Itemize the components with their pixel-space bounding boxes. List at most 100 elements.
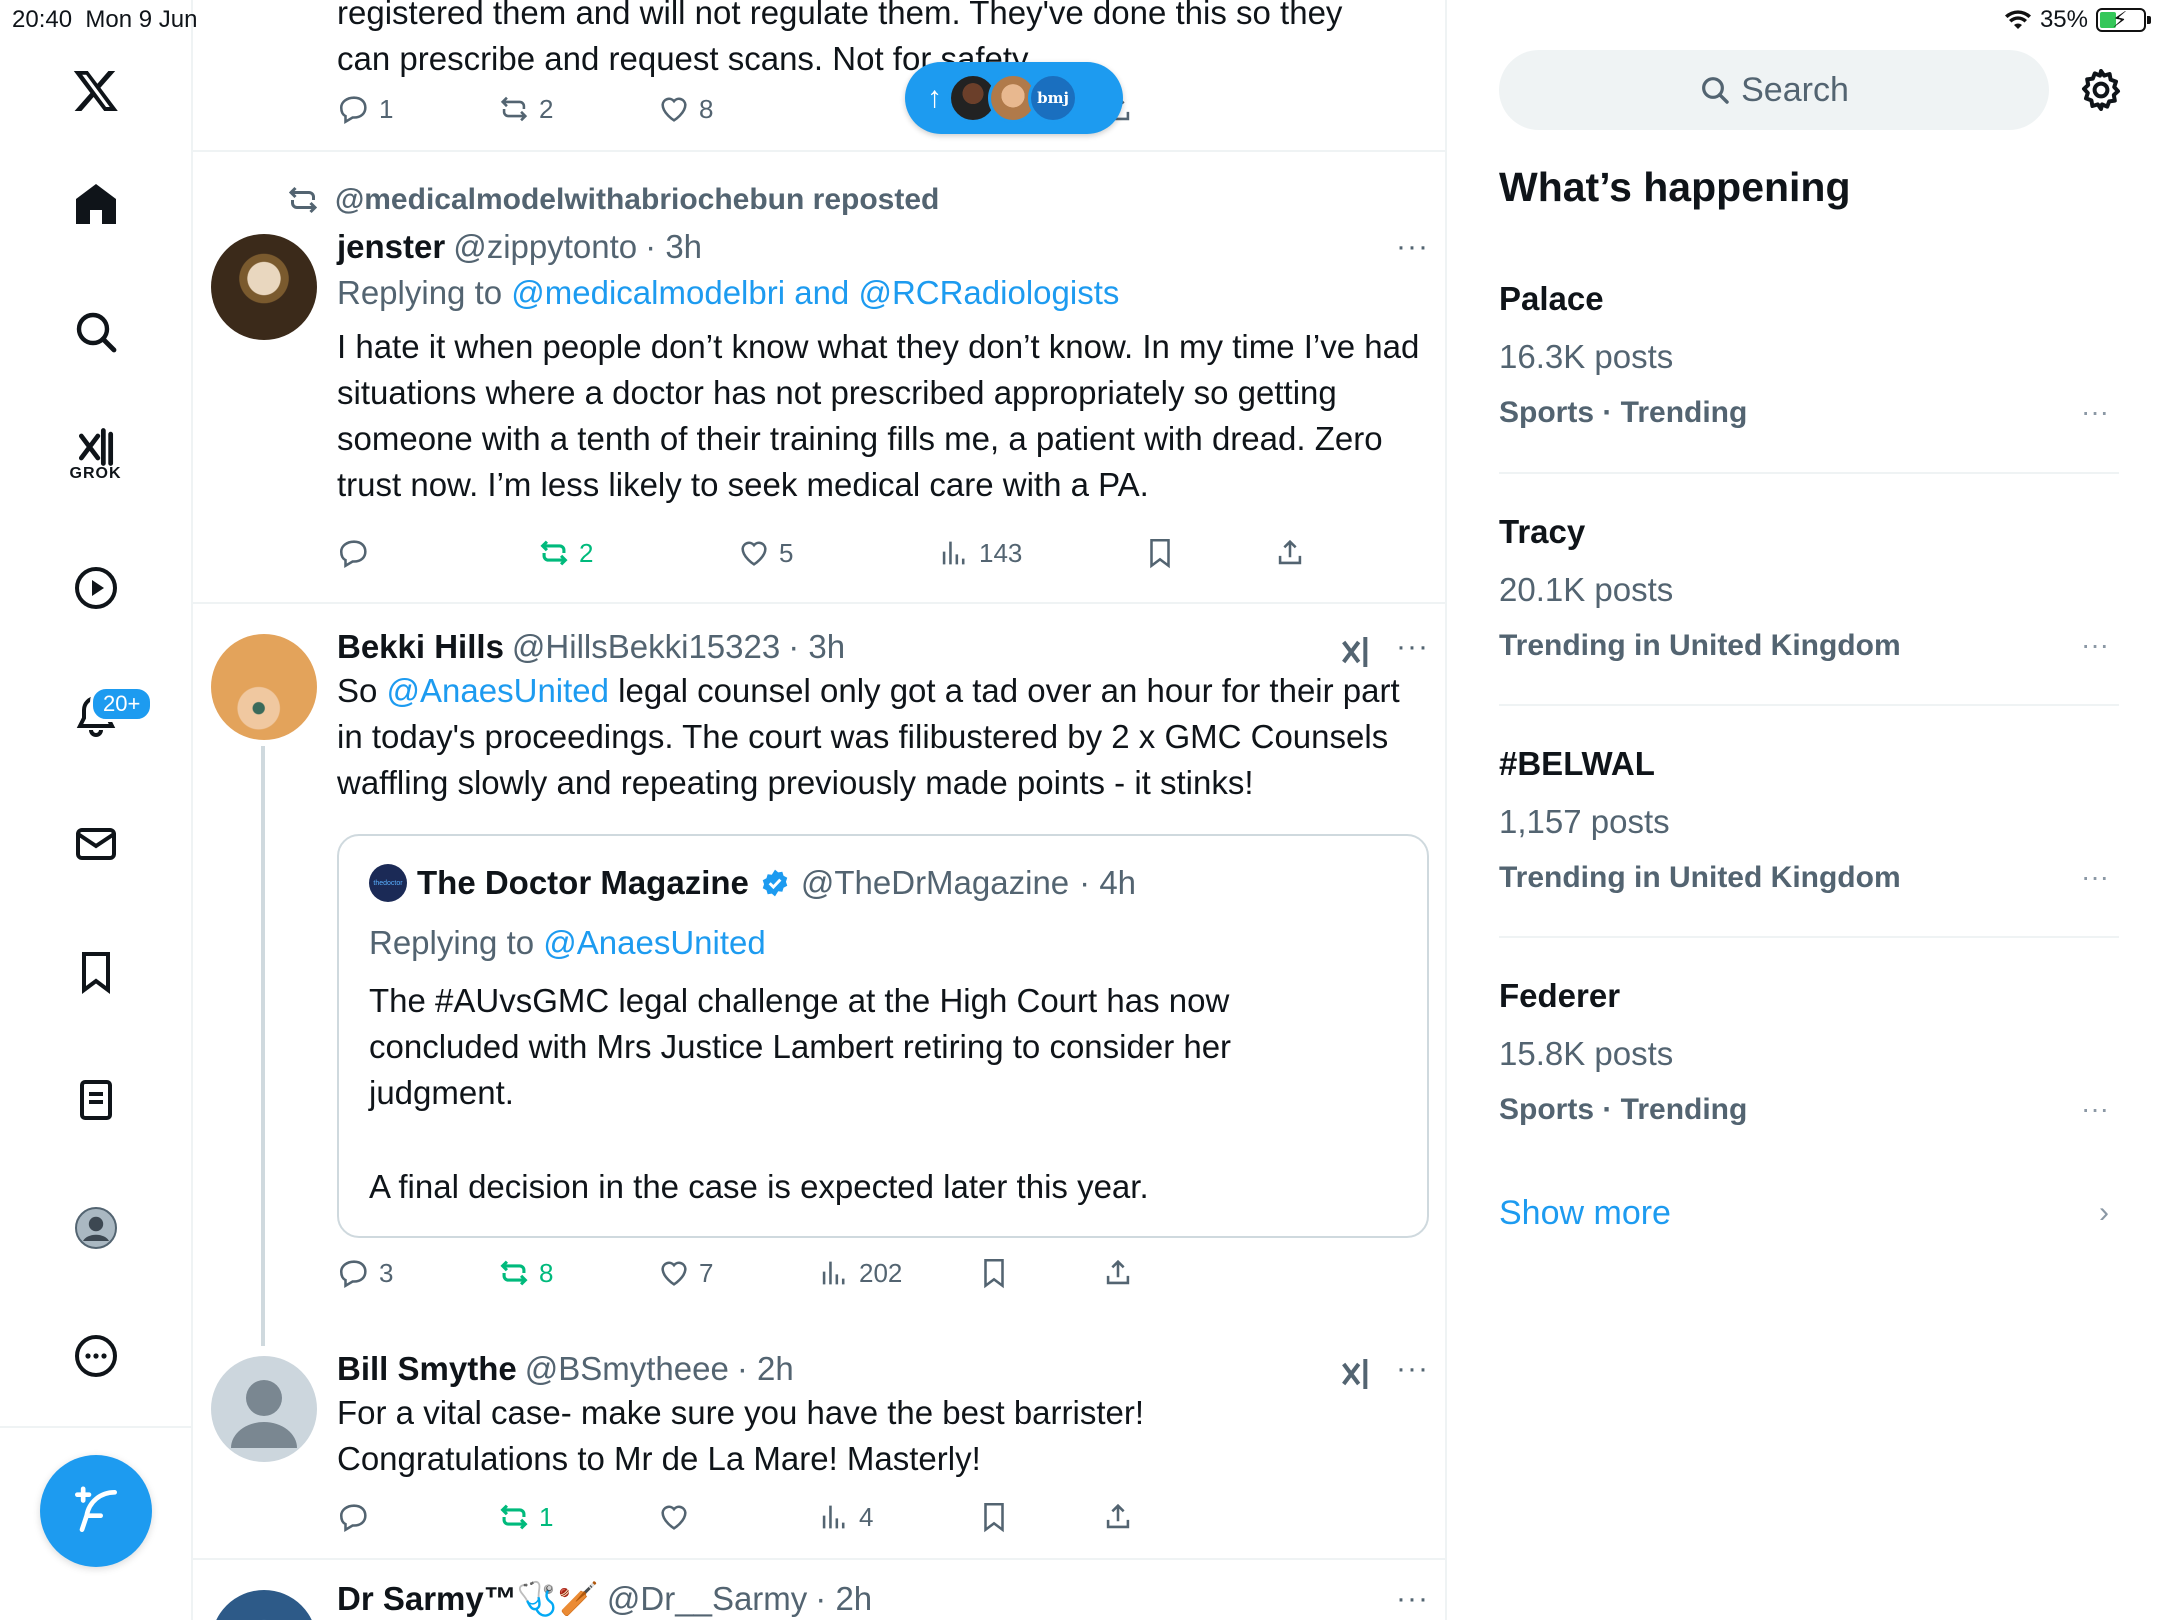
repost-icon [540, 540, 568, 566]
views-button[interactable]: 4 [817, 1500, 873, 1534]
play-icon [74, 567, 117, 609]
reply-button[interactable]: 1 [337, 92, 393, 126]
nav-home[interactable] [58, 166, 134, 242]
nav-bookmarks[interactable] [58, 934, 134, 1010]
chevron-right-icon[interactable]: › [2099, 1196, 2109, 1230]
new-posts-pill[interactable]: ↑ bmj [905, 62, 1123, 134]
like-button[interactable]: 5 [737, 536, 793, 570]
compose-button[interactable] [40, 1455, 152, 1567]
author-name[interactable]: Dr Sarmy™🩺🏏 [337, 1580, 599, 1619]
author-handle[interactable]: @Dr__Sarmy [607, 1580, 807, 1618]
reply-count: 1 [379, 93, 394, 124]
views-button[interactable]: 202 [817, 1256, 902, 1290]
reply-button[interactable]: 3 [337, 1256, 393, 1290]
x-logo[interactable] [58, 52, 134, 128]
bookmark-icon [81, 952, 110, 994]
mention-link[interactable]: @AnaesUnited [387, 672, 609, 709]
trend-name: Tracy [1499, 513, 1586, 550]
more-options-icon[interactable]: ··· [2081, 1093, 2109, 1125]
repost-button[interactable]: 2 [497, 92, 553, 126]
heart-icon [661, 1261, 687, 1286]
tweet-partial-bottom[interactable]: ··· Dr Sarmy™🩺🏏 @Dr__Sarmy · 2h [193, 1560, 1445, 1620]
bookmark-button[interactable] [1143, 536, 1177, 570]
tweet-time[interactable]: · 2h [815, 1580, 872, 1618]
tweet-partial-top[interactable]: registered them and will not regulate th… [193, 0, 1445, 152]
tweet[interactable]: @medicalmodelwithabriochebun reposted ··… [193, 152, 1445, 604]
tweet-time[interactable]: · 3h [788, 628, 845, 666]
right-sidebar: Search What’s happening Palace 16.3K pos… [1449, 0, 2160, 1620]
search-input[interactable]: Search [1499, 50, 2049, 130]
repost-count: 1 [539, 1501, 554, 1532]
author-name[interactable]: Bill Smythe [337, 1350, 517, 1388]
trend-item[interactable]: Federer 15.8K posts Sports · Trending ··… [1499, 977, 2119, 1127]
author-handle[interactable]: @zippytonto [453, 228, 637, 266]
repost-icon [500, 96, 528, 122]
like-button[interactable] [657, 1500, 691, 1534]
more-options-icon[interactable]: ··· [2081, 629, 2109, 661]
reply-button[interactable] [337, 1500, 371, 1534]
trend-category: Trending in United Kingdom [1499, 861, 1901, 894]
share-button[interactable] [1101, 1256, 1135, 1290]
more-options-icon[interactable]: ··· [2081, 396, 2109, 428]
views-button[interactable]: 143 [937, 536, 1022, 570]
share-button[interactable] [1101, 1500, 1135, 1534]
like-count: 7 [699, 1257, 714, 1288]
tweet-time[interactable]: · 3h [645, 228, 702, 266]
avatar[interactable] [211, 234, 317, 340]
nav-videos[interactable] [58, 550, 134, 626]
author-handle[interactable]: @HillsBekki15323 [512, 628, 780, 666]
tweet[interactable]: ··· Bekki Hills @HillsBekki15323 · 3h So… [193, 604, 1445, 1558]
home-icon [75, 184, 116, 224]
nav-explore[interactable] [58, 294, 134, 370]
search-icon [1702, 77, 1729, 104]
trend-divider [1499, 704, 2119, 706]
bookmark-button[interactable] [977, 1256, 1011, 1290]
nav-profile[interactable] [58, 1190, 134, 1266]
bookmark-button[interactable] [977, 1500, 1011, 1534]
quoted-tweet[interactable]: thedoctor The Doctor Magazine @TheDrMaga… [337, 834, 1429, 1238]
timeline: registered them and will not regulate th… [193, 0, 1447, 1620]
compose-feather-icon [75, 1486, 117, 1532]
repost-button[interactable]: 8 [497, 1256, 553, 1290]
nav-more[interactable] [58, 1318, 134, 1394]
trend-item[interactable]: #BELWAL 1,157 posts Trending in United K… [1499, 745, 2119, 895]
repost-context: @medicalmodelwithabriochebun reposted [285, 182, 939, 218]
like-button[interactable]: 7 [657, 1256, 713, 1290]
trend-posts: 20.1K posts [1499, 571, 1674, 608]
reply-icon [339, 1504, 367, 1533]
grok-icon [78, 428, 113, 466]
trend-item[interactable]: Palace 16.3K posts Sports · Trending ··· [1499, 280, 2119, 430]
avatar[interactable] [211, 634, 317, 740]
views-bar-icon [942, 541, 965, 565]
gear-icon[interactable] [2077, 66, 2125, 114]
author-name[interactable]: jenster [337, 228, 445, 266]
bookmark-icon [1150, 538, 1170, 569]
trend-item[interactable]: Tracy 20.1K posts Trending in United Kin… [1499, 513, 2119, 663]
trend-category: Sports · Trending [1499, 1093, 1748, 1126]
reply-icon [339, 1260, 367, 1289]
tweet-time[interactable]: · 2h [737, 1350, 794, 1388]
like-button[interactable]: 8 [657, 92, 713, 126]
nav-messages[interactable] [58, 806, 134, 882]
tweet-text: For a vital case- make sure you have the… [337, 1394, 1145, 1477]
repost-count: 2 [539, 93, 554, 124]
nav-lists[interactable] [58, 1062, 134, 1138]
like-count: 8 [699, 93, 714, 124]
nav-grok[interactable]: GROK [58, 416, 134, 492]
author-name[interactable]: Bekki Hills [337, 628, 504, 666]
repost-button[interactable]: 1 [497, 1500, 553, 1534]
share-button[interactable] [1273, 536, 1307, 570]
more-options-icon[interactable]: ··· [2081, 861, 2109, 893]
views-count: 4 [859, 1501, 874, 1532]
show-more-link[interactable]: Show more [1499, 1194, 1671, 1233]
replying-to-link[interactable]: @medicalmodelbri and @RCRadiologists [511, 274, 1119, 311]
author-handle[interactable]: @BSmytheee [525, 1350, 729, 1388]
tweet-text: So @AnaesUnited legal counsel only got a… [337, 668, 1429, 806]
like-count: 5 [779, 537, 794, 568]
reply-button[interactable] [337, 536, 371, 570]
tweet[interactable]: ··· Bill Smythe @BSmytheee · 2h For a vi… [193, 1344, 1445, 1558]
replying-to-link[interactable]: @AnaesUnited [543, 924, 765, 961]
avatar-default[interactable] [211, 1356, 317, 1462]
repost-button[interactable]: 2 [537, 536, 593, 570]
avatar[interactable] [211, 1590, 317, 1620]
